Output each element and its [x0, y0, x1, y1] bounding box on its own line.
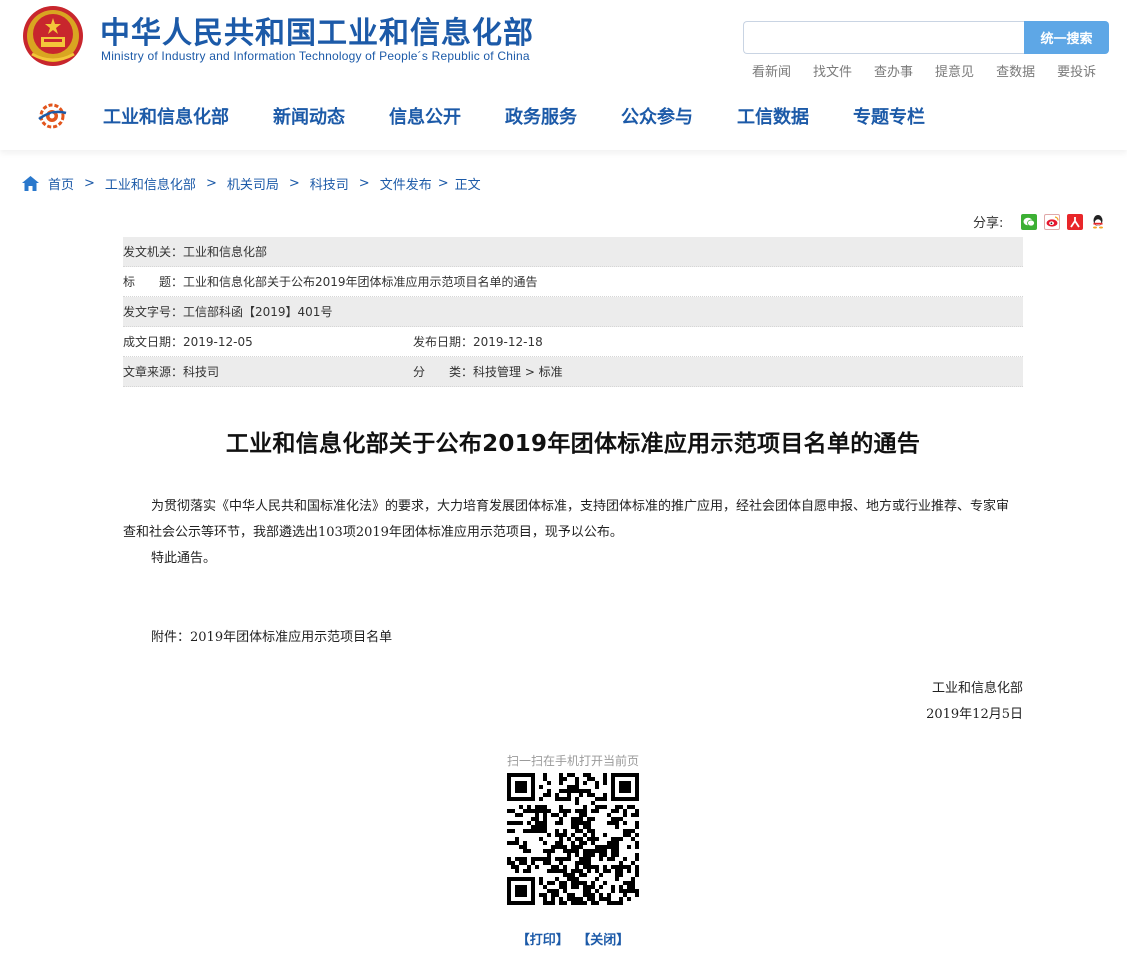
meta-issuer: 发文机关：工业和信息化部 — [123, 245, 268, 259]
breadcrumb-separator: > — [84, 176, 95, 191]
meta-category: 分 类：科技管理 > 标准 — [413, 365, 563, 379]
meta-row: 发文机关：工业和信息化部 — [123, 237, 1023, 267]
meta-title: 标 题：工业和信息化部关于公布2019年团体标准应用示范项目名单的通告 — [123, 275, 538, 289]
breadcrumb-home[interactable]: 首页 — [48, 174, 74, 193]
print-button[interactable]: 【打印】 — [517, 933, 569, 948]
main-nav: 工业和信息化部 新闻动态 信息公开 政务服务 公众参与 工信数据 专题专栏 — [103, 103, 969, 129]
breadcrumb-documents[interactable]: 文件发布 — [380, 174, 432, 193]
site-title: 中华人民共和国工业和信息化部 — [100, 16, 534, 51]
attachment-link[interactable]: 附件：2019年团体标准应用示范项目名单 — [151, 626, 392, 645]
quick-link-feedback[interactable]: 提意见 — [935, 61, 974, 80]
quick-links: 看新闻 找文件 查办事 提意见 查数据 要投诉 — [752, 61, 1118, 80]
qr-code-icon — [507, 773, 639, 905]
breadcrumb-sci-tech-dept[interactable]: 科技司 — [310, 174, 349, 193]
nav-item-topics[interactable]: 专题专栏 — [853, 103, 925, 129]
breadcrumb: 首页 > 工业和信息化部 > 机关司局 > 科技司 > 文件发布 > 正文 — [22, 174, 481, 193]
search-button[interactable]: 统一搜索 — [1024, 21, 1109, 54]
meta-row: 标 题：工业和信息化部关于公布2019年团体标准应用示范项目名单的通告 — [123, 267, 1023, 297]
site-subtitle: Ministry of Industry and Information Tec… — [101, 49, 530, 63]
nav-item-public-participation[interactable]: 公众参与 — [621, 103, 693, 129]
qq-icon[interactable] — [1090, 213, 1107, 230]
signature-date: 2019年12月5日 — [926, 707, 1023, 722]
breadcrumb-current: 正文 — [454, 178, 481, 193]
search-field-wrapper — [743, 21, 1025, 54]
breadcrumb-departments[interactable]: 机关司局 — [227, 174, 279, 193]
nav-item-data[interactable]: 工信数据 — [737, 103, 809, 129]
ministry-logo-icon[interactable] — [36, 101, 68, 131]
signature-org: 工业和信息化部 — [931, 681, 1023, 696]
nav-item-info-disclosure[interactable]: 信息公开 — [389, 103, 461, 129]
site-header: 中华人民共和国工业和信息化部 Ministry of Industry and … — [0, 0, 1127, 150]
close-button[interactable]: 【关闭】 — [577, 933, 629, 948]
search-input[interactable] — [744, 22, 1025, 53]
weibo-icon[interactable] — [1044, 213, 1061, 230]
article-title: 工业和信息化部关于公布2019年团体标准应用示范项目名单的通告 — [225, 431, 921, 457]
nav-item-ministry[interactable]: 工业和信息化部 — [103, 103, 229, 129]
quick-link-news[interactable]: 看新闻 — [752, 61, 791, 80]
quick-link-complaint[interactable]: 要投诉 — [1057, 61, 1096, 80]
nav-item-news[interactable]: 新闻动态 — [273, 103, 345, 129]
meta-created-date: 成文日期：2019-12-05 — [123, 335, 253, 349]
article-body: 为贯彻落实《中华人民共和国标准化法》的要求，大力培育发展团体标准，支持团体标准的… — [123, 494, 1013, 572]
share-bar: 分享: — [973, 212, 1113, 231]
nav-item-gov-services[interactable]: 政务服务 — [505, 103, 577, 129]
meta-row: 文章来源：科技司 分 类：科技管理 > 标准 — [123, 357, 1023, 387]
breadcrumb-separator: > — [205, 176, 217, 191]
page-actions: 【打印】 【关闭】 — [0, 929, 1127, 948]
signature-block: 工业和信息化部 2019年12月5日 — [820, 676, 1023, 728]
meta-doc-number: 发文字号：工信部科函【2019】401号 — [123, 305, 333, 319]
breadcrumb-separator: > — [288, 176, 300, 191]
quick-link-documents[interactable]: 找文件 — [813, 61, 852, 80]
quick-link-services[interactable]: 查办事 — [874, 61, 913, 80]
meta-row: 成文日期：2019-12-05 发布日期：2019-12-18 — [123, 327, 1023, 357]
breadcrumb-separator: > — [358, 176, 370, 191]
wechat-icon[interactable] — [1021, 213, 1038, 230]
home-icon — [22, 176, 39, 191]
breadcrumb-separator: > — [437, 176, 449, 191]
qr-label: 扫一扫在手机打开当前页 — [506, 754, 639, 768]
meta-row: 发文字号：工信部科函【2019】401号 — [123, 297, 1023, 327]
meta-source: 文章来源：科技司 — [123, 365, 220, 379]
meta-published-date: 发布日期：2019-12-18 — [413, 335, 543, 349]
quick-link-data[interactable]: 查数据 — [996, 61, 1035, 80]
national-emblem-icon — [23, 6, 83, 66]
breadcrumb-ministry[interactable]: 工业和信息化部 — [105, 174, 196, 193]
renren-icon[interactable] — [1067, 213, 1084, 230]
document-meta-table: 发文机关：工业和信息化部 标 题：工业和信息化部关于公布2019年团体标准应用示… — [123, 237, 1023, 387]
share-label: 分享: — [973, 216, 1004, 231]
article-paragraph: 特此通告。 — [151, 551, 217, 566]
article-paragraph: 为贯彻落实《中华人民共和国标准化法》的要求，大力培育发展团体标准，支持团体标准的… — [123, 499, 1010, 540]
